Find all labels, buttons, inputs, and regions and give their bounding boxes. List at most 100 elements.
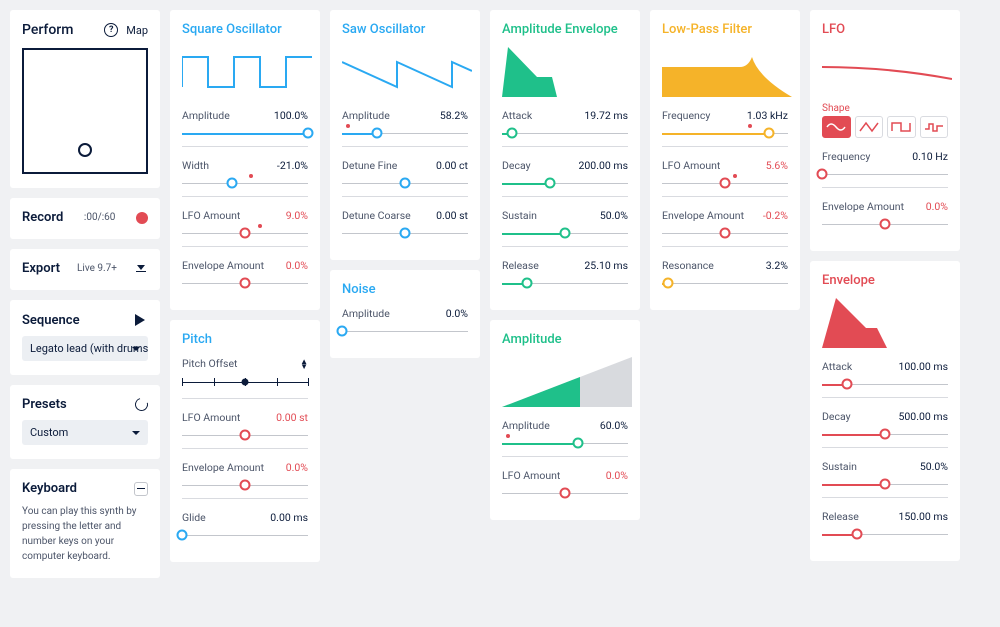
ampenv-release-slider[interactable] [502, 276, 628, 290]
lfo-env-slider[interactable] [822, 217, 948, 231]
refresh-icon[interactable] [133, 396, 151, 414]
filter-curve-icon [662, 47, 792, 97]
filter-lfo-slider[interactable] [662, 176, 788, 190]
filter-panel: Low-Pass Filter Frequency1.03 kHz LFO Am… [650, 10, 800, 310]
panel-title: Amplitude Envelope [502, 22, 628, 37]
ampenv-sustain-param: Sustain50.0% [502, 209, 628, 240]
noise-amplitude-param: Amplitude0.0% [342, 307, 468, 338]
collapse-button[interactable] [134, 482, 148, 496]
saw-fine-slider[interactable] [342, 176, 468, 190]
amp-env-panel: Amplitude Envelope Attack19.72 ms Decay2… [490, 10, 640, 310]
pitch-glide-slider[interactable] [182, 528, 308, 542]
shape-sine-button[interactable] [822, 116, 851, 138]
lfo-freq-slider[interactable] [822, 167, 948, 181]
panel-title: Pitch [182, 332, 308, 347]
saw-fine-param: Detune Fine0.00 ct [342, 159, 468, 190]
pitch-env-slider[interactable] [182, 478, 308, 492]
panel-title: Envelope [822, 273, 948, 288]
pitch-offset-slider[interactable] [182, 376, 308, 388]
presets-panel: Presets Custom [10, 385, 160, 459]
envelope-icon [502, 47, 632, 97]
preset-select[interactable]: Custom [22, 420, 148, 445]
square-env-slider[interactable] [182, 276, 308, 290]
amplitude-amp-param: Amplitude60.0% [502, 419, 628, 450]
amplitude-lfo-slider[interactable] [502, 486, 628, 500]
pitch-lfo-slider[interactable] [182, 428, 308, 442]
env2-attack-param: Attack100.00 ms [822, 360, 948, 391]
env2-sustain-slider[interactable] [822, 477, 948, 491]
env2-decay-slider[interactable] [822, 427, 948, 441]
square-amplitude-param: Amplitude100.0% [182, 109, 308, 140]
pitch-offset-stepper[interactable]: ▲▼ [300, 359, 308, 369]
saw-coarse-slider[interactable] [342, 226, 468, 240]
shape-tri-button[interactable] [855, 116, 884, 138]
panel-title: Low-Pass Filter [662, 22, 788, 37]
filter-lfo-param: LFO Amount5.6% [662, 159, 788, 190]
env2-attack-slider[interactable] [822, 377, 948, 391]
ampenv-decay-param: Decay200.00 ms [502, 159, 628, 190]
env2-sustain-param: Sustain50.0% [822, 460, 948, 491]
shape-random-button[interactable] [920, 116, 949, 138]
square-wave-icon [182, 47, 312, 97]
panel-title: Noise [342, 282, 468, 297]
square-env-param: Envelope Amount0.0% [182, 259, 308, 290]
saw-amplitude-slider[interactable] [342, 126, 468, 140]
pitch-glide-param: Glide0.00 ms [182, 511, 308, 542]
ampenv-sustain-slider[interactable] [502, 226, 628, 240]
perform-title: Perform [22, 22, 73, 38]
export-target: Live 9.7+ [77, 263, 117, 274]
env2-decay-param: Decay500.00 ms [822, 410, 948, 441]
download-icon[interactable] [134, 262, 148, 276]
keyboard-panel: Keyboard You can play this synth by pres… [10, 469, 160, 578]
saw-coarse-param: Detune Coarse0.00 st [342, 209, 468, 240]
ampenv-release-param: Release25.10 ms [502, 259, 628, 290]
perform-panel: Perform ? Map [10, 10, 160, 188]
filter-env-param: Envelope Amount-0.2% [662, 209, 788, 240]
ampenv-attack-slider[interactable] [502, 126, 628, 140]
noise-amplitude-slider[interactable] [342, 324, 468, 338]
filter-res-param: Resonance3.2% [662, 259, 788, 290]
lfo-freq-param: Frequency0.10 Hz [822, 150, 948, 181]
saw-osc-panel: Saw Oscillator Amplitude58.2% Detune Fin… [330, 10, 480, 260]
pitch-env-param: Envelope Amount0.0% [182, 461, 308, 492]
shape-square-button[interactable] [887, 116, 916, 138]
play-button[interactable] [132, 312, 148, 328]
filter-env-slider[interactable] [662, 226, 788, 240]
sequence-preset-select[interactable]: Legato lead (with drums) [22, 336, 148, 361]
filter-res-slider[interactable] [662, 276, 788, 290]
sequence-title: Sequence [22, 313, 80, 328]
saw-amplitude-param: Amplitude58.2% [342, 109, 468, 140]
export-title: Export [22, 261, 60, 276]
pitch-lfo-param: LFO Amount0.00 st [182, 411, 308, 442]
panel-title: Square Oscillator [182, 22, 308, 37]
shape-label: Shape [822, 103, 948, 114]
xy-pad[interactable] [22, 48, 148, 174]
export-panel: Export Live 9.7+ [10, 249, 160, 290]
help-icon[interactable]: ? [104, 23, 118, 37]
square-width-slider[interactable] [182, 176, 308, 190]
env2-release-slider[interactable] [822, 527, 948, 541]
sequence-panel: Sequence Legato lead (with drums) [10, 300, 160, 375]
square-amplitude-slider[interactable] [182, 126, 308, 140]
xy-pad-puck[interactable] [78, 143, 92, 157]
square-width-param: Width-21.0% [182, 159, 308, 190]
square-lfo-slider[interactable] [182, 226, 308, 240]
pitch-panel: Pitch Pitch Offset▲▼ LFO Amount0.00 st E… [170, 320, 320, 562]
envelope2-icon [822, 298, 952, 348]
filter-freq-slider[interactable] [662, 126, 788, 140]
record-time: :00/:60 [84, 212, 115, 223]
record-button[interactable] [136, 212, 148, 224]
filter-freq-param: Frequency1.03 kHz [662, 109, 788, 140]
amplitude-amp-slider[interactable] [502, 436, 628, 450]
ampenv-attack-param: Attack19.72 ms [502, 109, 628, 140]
saw-wave-icon [342, 47, 472, 97]
envelope-panel: Envelope Attack100.00 ms Decay500.00 ms … [810, 261, 960, 561]
noise-panel: Noise Amplitude0.0% [330, 270, 480, 358]
keyboard-title: Keyboard [22, 481, 77, 496]
record-title: Record [22, 210, 63, 225]
keyboard-desc: You can play this synth by pressing the … [22, 504, 148, 564]
env2-release-param: Release150.00 ms [822, 510, 948, 541]
map-toggle[interactable]: Map [126, 24, 148, 37]
ampenv-decay-slider[interactable] [502, 176, 628, 190]
record-panel: Record :00/:60 [10, 198, 160, 239]
